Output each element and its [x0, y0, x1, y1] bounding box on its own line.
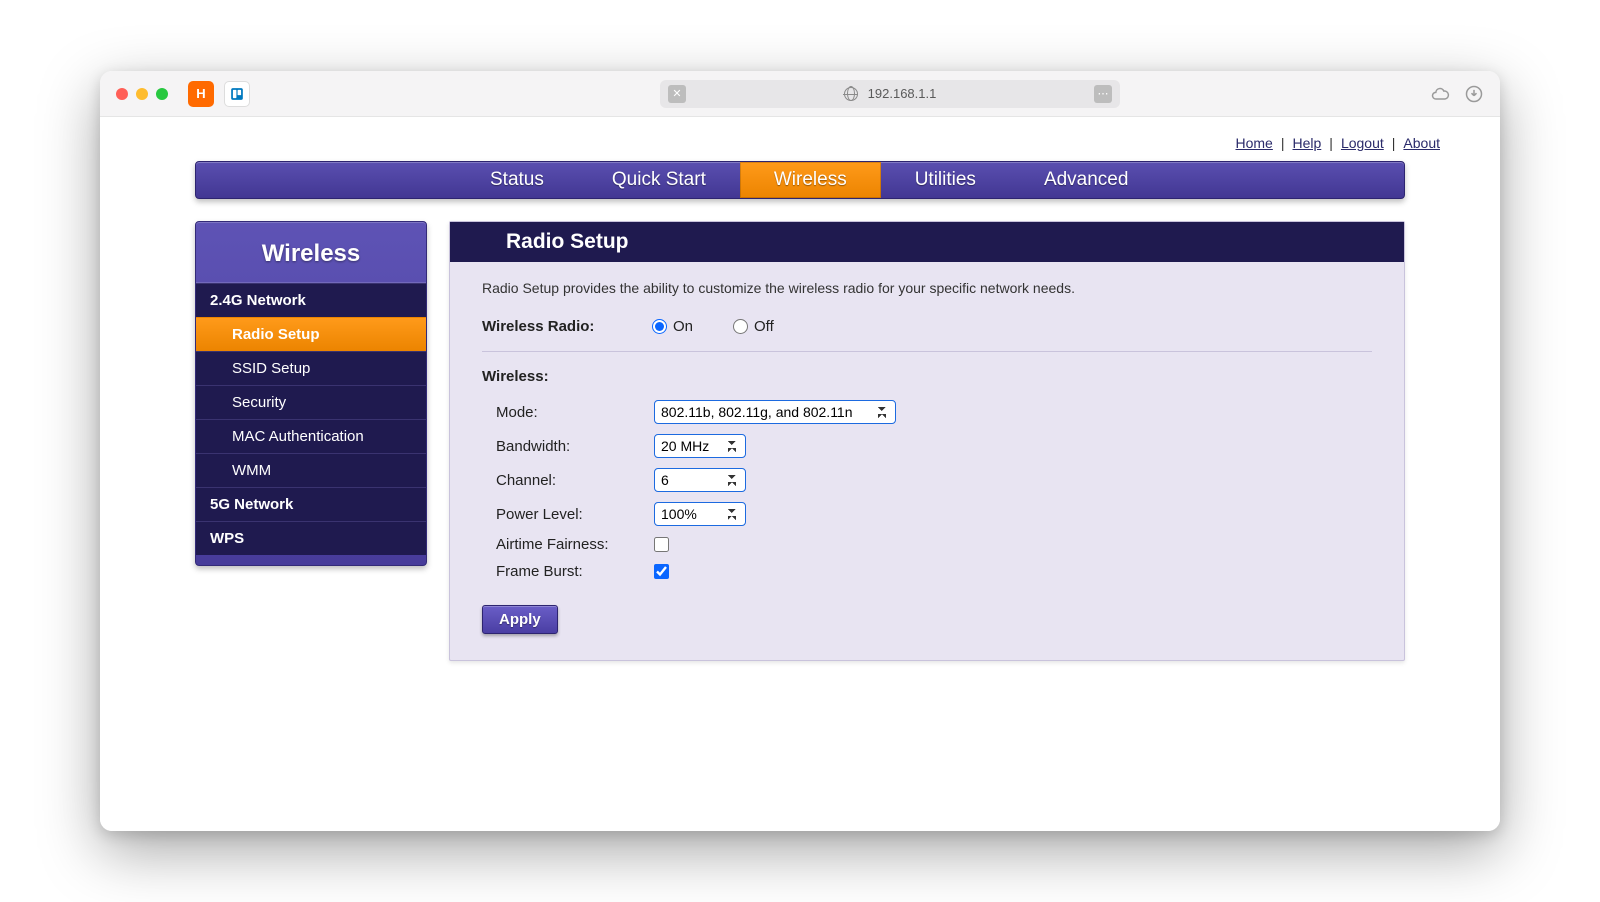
top-links: Home | Help | Logout | About	[100, 117, 1500, 161]
sidebar-item-ssid-setup[interactable]: SSID Setup	[196, 351, 426, 385]
sidebar-title: Wireless	[196, 222, 426, 283]
link-logout[interactable]: Logout	[1341, 135, 1384, 151]
label-frame-burst: Frame Burst:	[496, 563, 654, 580]
row-airtime: Airtime Fairness:	[482, 531, 1372, 558]
divider	[482, 351, 1372, 352]
content-panel: Radio Setup Radio Setup provides the abi…	[449, 221, 1405, 661]
globe-icon	[844, 87, 858, 101]
tab-advanced[interactable]: Advanced	[1010, 162, 1163, 198]
radio-off[interactable]	[733, 319, 748, 334]
select-mode[interactable]: 802.11b, 802.11g, and 802.11n	[654, 400, 896, 424]
link-home[interactable]: Home	[1236, 135, 1273, 151]
extension-icon-h[interactable]: H	[188, 81, 214, 107]
tab-status[interactable]: Status	[456, 162, 578, 198]
site-settings-icon[interactable]: ✕	[668, 85, 686, 103]
downloads-icon[interactable]	[1464, 84, 1484, 104]
label-channel: Channel:	[496, 472, 654, 489]
page-content: Home | Help | Logout | About Status Quic…	[100, 117, 1500, 831]
section-wireless-label: Wireless:	[482, 368, 1372, 385]
sidebar: Wireless 2.4G Network Radio Setup SSID S…	[195, 221, 427, 566]
tab-quick-start[interactable]: Quick Start	[578, 162, 740, 198]
row-channel: Channel: 6	[482, 463, 1372, 497]
url-text: 192.168.1.1	[868, 86, 937, 101]
label-power: Power Level:	[496, 506, 654, 523]
link-help[interactable]: Help	[1293, 135, 1322, 151]
label-airtime: Airtime Fairness:	[496, 536, 654, 553]
tab-wireless[interactable]: Wireless	[740, 162, 881, 198]
sidebar-item-security[interactable]: Security	[196, 385, 426, 419]
select-bandwidth[interactable]: 20 MHz	[654, 434, 746, 458]
panel-title: Radio Setup	[450, 222, 1404, 262]
row-bandwidth: Bandwidth: 20 MHz	[482, 429, 1372, 463]
minimize-window-button[interactable]	[136, 88, 148, 100]
radio-on[interactable]	[652, 319, 667, 334]
address-bar[interactable]: ✕ 192.168.1.1 ⋯	[660, 80, 1120, 108]
browser-window: H ✕ 192.168.1.1 ⋯ Home | Help | Logout	[100, 71, 1500, 831]
browser-chrome: H ✕ 192.168.1.1 ⋯	[100, 71, 1500, 117]
sidebar-item-5g-network[interactable]: 5G Network	[196, 487, 426, 521]
close-window-button[interactable]	[116, 88, 128, 100]
row-wireless-radio: Wireless Radio: On Off	[482, 314, 1372, 339]
sidebar-item-wps[interactable]: WPS	[196, 521, 426, 555]
tab-utilities[interactable]: Utilities	[881, 162, 1010, 198]
select-power[interactable]: 100%	[654, 502, 746, 526]
sidebar-item-wmm[interactable]: WMM	[196, 453, 426, 487]
row-power: Power Level: 100%	[482, 497, 1372, 531]
panel-description: Radio Setup provides the ability to cust…	[482, 280, 1372, 296]
link-about[interactable]: About	[1403, 135, 1440, 151]
extension-icon-trello[interactable]	[224, 81, 250, 107]
sidebar-item-mac-auth[interactable]: MAC Authentication	[196, 419, 426, 453]
radio-on-label[interactable]: On	[652, 318, 693, 335]
apply-button[interactable]: Apply	[482, 605, 558, 634]
sidebar-item-24g-network[interactable]: 2.4G Network	[196, 283, 426, 317]
select-channel[interactable]: 6	[654, 468, 746, 492]
sidebar-item-radio-setup[interactable]: Radio Setup	[196, 317, 426, 351]
radio-off-label[interactable]: Off	[733, 318, 774, 335]
reader-icon[interactable]: ⋯	[1094, 85, 1112, 103]
window-controls	[116, 88, 168, 100]
checkbox-airtime[interactable]	[654, 537, 669, 552]
label-mode: Mode:	[496, 404, 654, 421]
row-mode: Mode: 802.11b, 802.11g, and 802.11n	[482, 395, 1372, 429]
row-frame-burst: Frame Burst:	[482, 558, 1372, 585]
checkbox-frame-burst[interactable]	[654, 564, 669, 579]
label-bandwidth: Bandwidth:	[496, 438, 654, 455]
icloud-icon[interactable]	[1430, 84, 1450, 104]
main-nav: Status Quick Start Wireless Utilities Ad…	[195, 161, 1405, 199]
label-wireless-radio: Wireless Radio:	[482, 318, 652, 335]
maximize-window-button[interactable]	[156, 88, 168, 100]
